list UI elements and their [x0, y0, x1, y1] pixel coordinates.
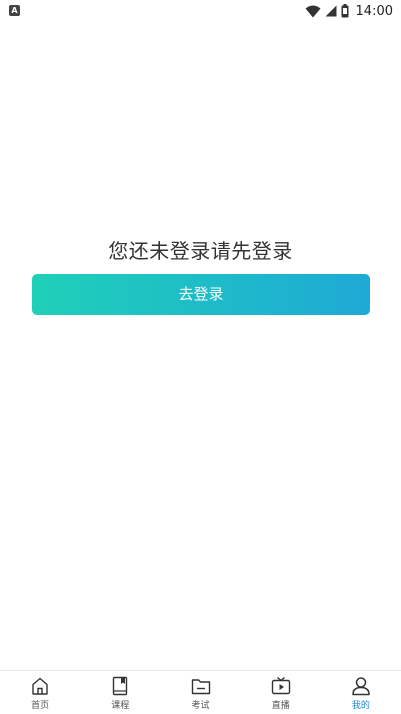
main-content: 您还未登录请先登录 去登录 — [0, 22, 401, 670]
tab-label-exams: 考试 — [191, 701, 210, 711]
tab-label-courses: 课程 — [111, 701, 130, 711]
status-icons: 14:00 — [305, 2, 393, 20]
tv-play-icon — [271, 676, 290, 695]
tab-label-mine: 我的 — [351, 701, 370, 711]
status-bar: A 14:00 — [0, 0, 401, 22]
tab-label-live: 直播 — [271, 701, 290, 711]
notification-a-icon: A — [9, 5, 20, 16]
status-time: 14:00 — [355, 3, 393, 19]
home-icon — [32, 677, 48, 695]
tab-courses[interactable]: 课程 — [80, 671, 160, 714]
tab-live[interactable]: 直播 — [241, 671, 321, 714]
book-icon — [113, 676, 128, 696]
login-prompt-text: 您还未登录请先登录 — [108, 239, 293, 263]
tab-exams[interactable]: 考试 — [160, 671, 240, 714]
login-button[interactable]: 去登录 — [32, 274, 370, 315]
tab-mine[interactable]: 我的 — [321, 671, 401, 714]
battery-icon — [341, 4, 349, 18]
wifi-icon — [305, 5, 321, 17]
folder-icon — [191, 679, 210, 695]
tab-label-home: 首页 — [31, 701, 50, 711]
bottom-tab-bar: 首页 课程 考试 直播 我的 — [0, 670, 401, 714]
tab-home[interactable]: 首页 — [0, 671, 80, 714]
user-icon — [352, 677, 370, 696]
cellular-signal-icon — [325, 5, 337, 17]
